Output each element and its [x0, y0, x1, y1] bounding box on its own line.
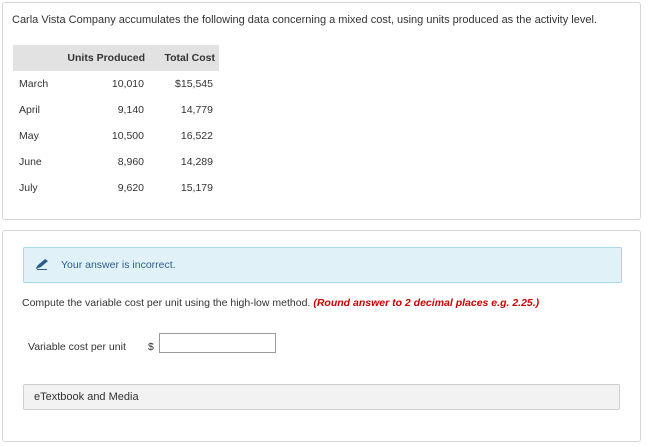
- variable-cost-input[interactable]: [159, 333, 276, 353]
- row-month: March: [19, 78, 49, 90]
- table-row: July 9,620 15,179: [13, 175, 219, 201]
- row-month: July: [19, 182, 38, 194]
- row-units: 9,140: [117, 104, 144, 116]
- table-row: March 10,010 $15,545: [13, 71, 219, 97]
- row-units: 8,960: [117, 156, 144, 168]
- rounding-hint: (Round answer to 2 decimal places e.g. 2…: [313, 297, 540, 309]
- header-units-produced: Units Produced: [67, 52, 145, 64]
- row-cost: 15,179: [180, 182, 213, 194]
- row-units: 9,620: [117, 182, 144, 194]
- row-units: 10,010: [111, 78, 144, 90]
- row-month: May: [19, 130, 39, 142]
- row-cost: 16,522: [180, 130, 213, 142]
- row-cost: $15,545: [175, 78, 213, 90]
- row-units: 10,500: [111, 130, 144, 142]
- row-cost: 14,289: [180, 156, 213, 168]
- feedback-banner: Your answer is incorrect.: [23, 247, 622, 283]
- question-text: Compute the variable cost per unit using…: [22, 297, 539, 309]
- table-row: June 8,960 14,289: [13, 149, 219, 175]
- header-total-cost: Total Cost: [164, 52, 215, 64]
- variable-cost-label: Variable cost per unit: [28, 341, 126, 353]
- table-row: May 10,500 16,522: [13, 123, 219, 149]
- table-header: Units Produced Total Cost: [13, 45, 219, 71]
- feedback-message: Your answer is incorrect.: [61, 259, 176, 271]
- problem-intro: Carla Vista Company accumulates the foll…: [12, 14, 597, 26]
- row-month: June: [19, 156, 42, 168]
- etextbook-media-button[interactable]: eTextbook and Media: [23, 384, 620, 410]
- question-prompt: Compute the variable cost per unit using…: [22, 297, 311, 309]
- cost-data-table: Units Produced Total Cost March 10,010 $…: [13, 45, 219, 201]
- pencil-icon: [36, 259, 48, 270]
- table-row: April 9,140 14,779: [13, 97, 219, 123]
- row-cost: 14,779: [180, 104, 213, 116]
- currency-symbol: $: [148, 341, 154, 353]
- row-month: April: [19, 104, 41, 116]
- answer-panel: Your answer is incorrect. Compute the va…: [2, 230, 641, 442]
- problem-panel: Carla Vista Company accumulates the foll…: [2, 2, 641, 220]
